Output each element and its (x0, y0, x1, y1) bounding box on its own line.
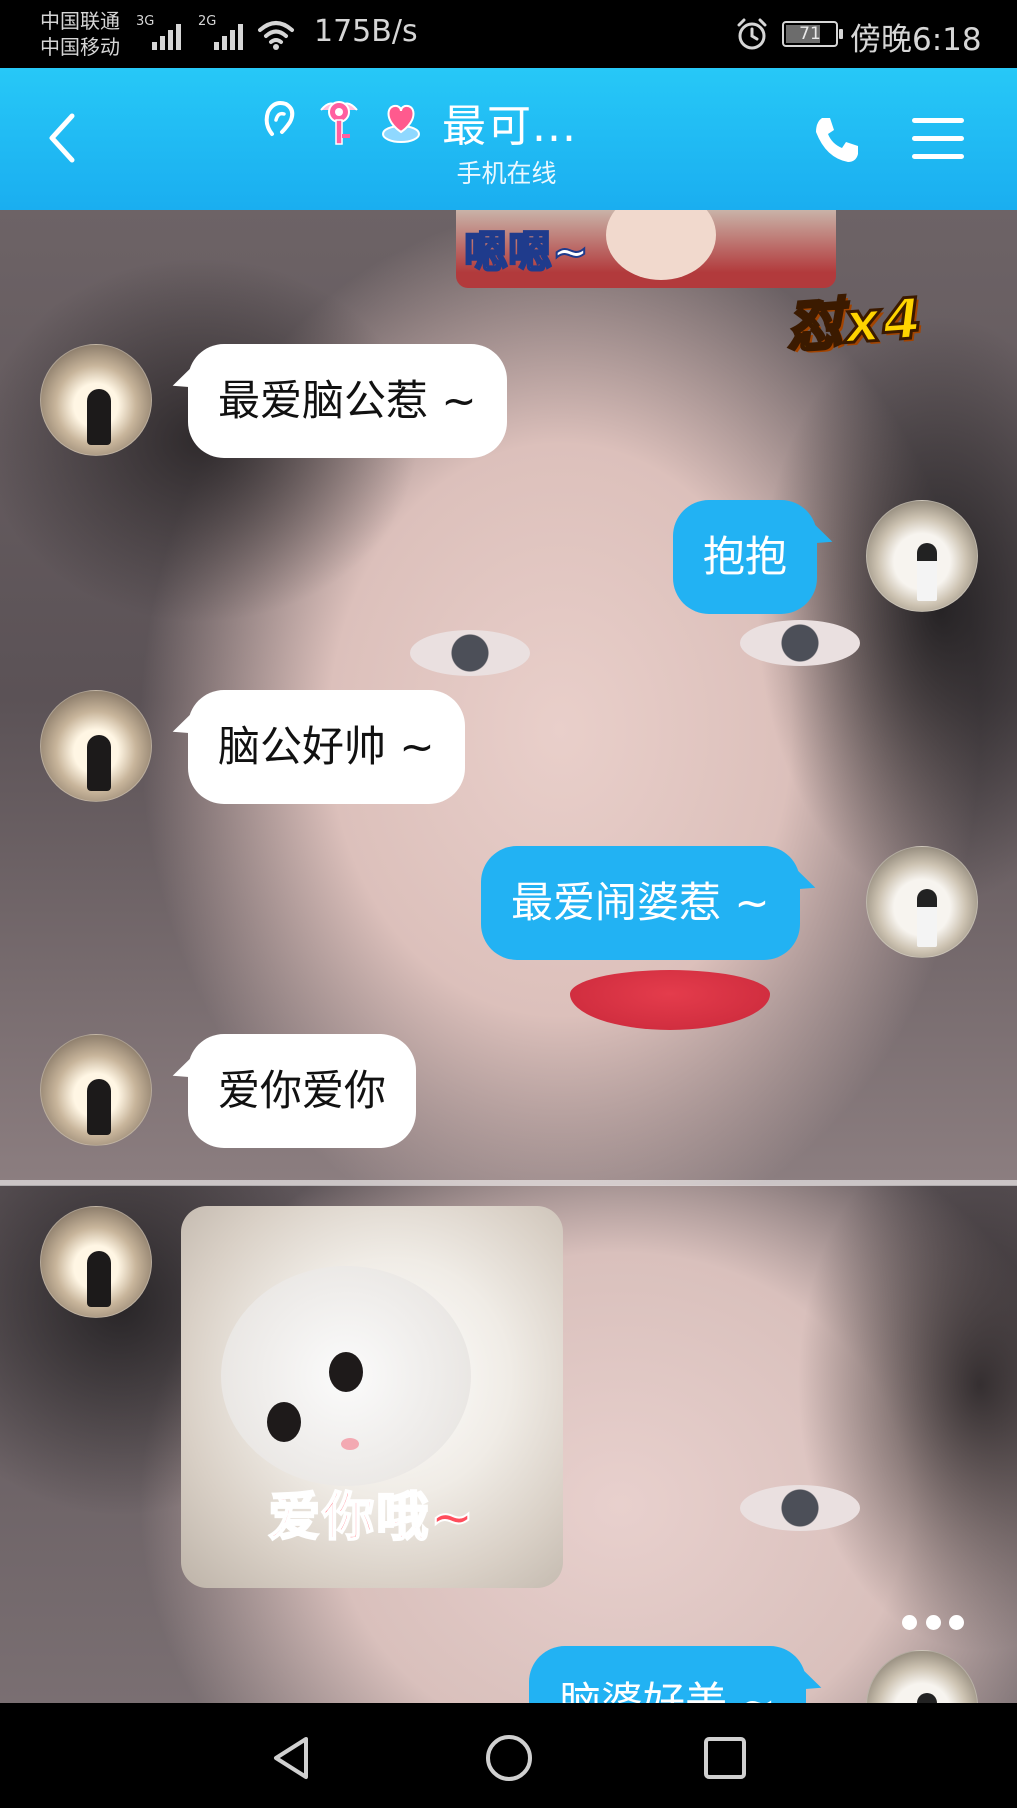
back-triangle-icon[interactable] (266, 1733, 316, 1783)
contact-avatar[interactable] (40, 1206, 152, 1318)
sticker-face (606, 210, 716, 280)
dot (925, 1614, 941, 1630)
cat-eye (329, 1352, 363, 1392)
background-lips (570, 970, 770, 1030)
sticker-caption: 嗯嗯~ (463, 226, 590, 279)
dot (902, 1614, 917, 1630)
cat-nose (341, 1438, 359, 1450)
system-nav-bar (0, 1703, 1017, 1808)
chat-header: 最可... 手机在线 (0, 68, 1017, 210)
status-bar: 中国联通 中国移动 3G 2G 175B/s 71 傍晚6:18 (0, 0, 1017, 68)
background-seam (0, 1180, 1017, 1186)
chat-title: 最可... (442, 101, 577, 152)
alarm-icon (737, 18, 767, 50)
partial-sticker[interactable]: 嗯嗯~ (456, 210, 836, 288)
message-bubble-outgoing[interactable]: 抱抱 (673, 500, 818, 614)
online-status-text: 手机在线 (456, 159, 557, 188)
dot (949, 1614, 964, 1630)
background-eye (410, 630, 530, 676)
sticker-caption: 爱你哦~ (267, 1487, 476, 1549)
more-options-button[interactable] (902, 1612, 964, 1632)
carrier-labels: 中国联通 中国移动 (40, 8, 120, 60)
menu-line (912, 118, 964, 123)
message-bubble-outgoing[interactable]: 最爱闹婆惹 ~ (481, 846, 800, 960)
network-speed: 175B/s (314, 14, 418, 49)
key-badge-icon (320, 101, 358, 145)
carrier-2: 中国移动 (40, 35, 120, 59)
carrier-1: 中国联通 (40, 9, 120, 33)
my-avatar[interactable] (866, 500, 978, 612)
message-bubble-outgoing[interactable]: 脑婆好美 ~ (529, 1646, 806, 1703)
contact-avatar[interactable] (40, 344, 152, 456)
chat-title-row[interactable]: 最可... (258, 92, 577, 152)
ear-icon (264, 101, 295, 136)
battery-icon: 71 (782, 21, 843, 47)
menu-button[interactable] (912, 114, 964, 164)
home-circle-icon[interactable] (484, 1733, 534, 1783)
chat-area[interactable]: 嗯嗯~ 怼x4 最爱脑公惹 ~ 抱抱 脑公好帅 ~ 最爱闹婆惹 ~ 爱你爱你 爱… (0, 210, 1017, 1703)
message-bubble-incoming[interactable]: 爱你爱你 (188, 1034, 417, 1148)
cat-sticker-message[interactable]: 爱你哦~ (181, 1206, 563, 1588)
my-avatar[interactable] (866, 846, 978, 958)
menu-line (912, 136, 964, 141)
battery-level: 71 (799, 24, 821, 44)
heart-ring-icon (382, 104, 420, 143)
background-eye (740, 1485, 860, 1531)
recents-square-icon[interactable] (700, 1733, 750, 1783)
message-bubble-incoming[interactable]: 最爱脑公惹 ~ (188, 344, 507, 458)
status-time: 傍晚6:18 (850, 22, 982, 58)
contact-avatar[interactable] (40, 1034, 152, 1146)
contact-avatar[interactable] (40, 690, 152, 802)
wifi-icon (258, 21, 294, 50)
phone-call-icon[interactable] (806, 110, 866, 170)
menu-line (912, 154, 964, 159)
message-bubble-incoming[interactable]: 脑公好帅 ~ (188, 690, 465, 804)
background-eye (740, 620, 860, 666)
cat-eye (267, 1402, 301, 1442)
streak-badge: 怼x4 (783, 285, 927, 362)
